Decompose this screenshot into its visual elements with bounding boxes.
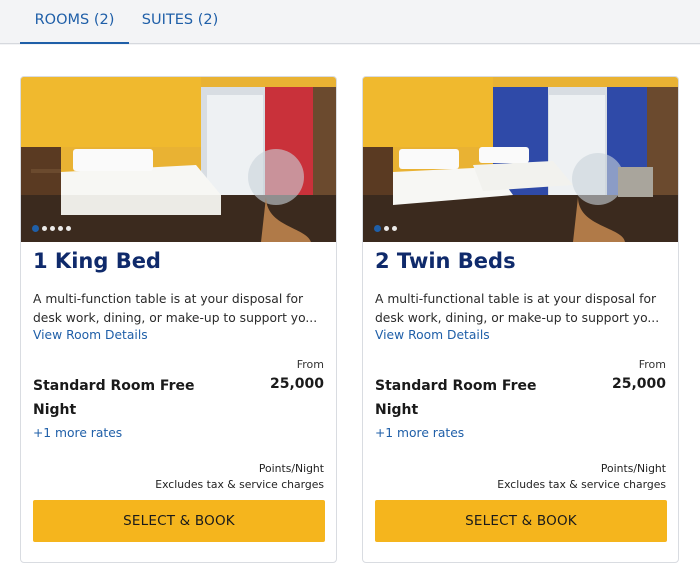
- points-price: 25,000: [611, 376, 666, 392]
- from-label: From: [296, 358, 324, 371]
- room-photo[interactable]: [363, 77, 678, 242]
- room-photo-illustration: [21, 77, 336, 242]
- excludes-tax-note: Excludes tax & service charges: [155, 478, 324, 491]
- points-per-night-label: Points/Night: [258, 462, 324, 475]
- room-description: A multi-function table is at your dispos…: [33, 292, 318, 325]
- carousel-dot[interactable]: [58, 226, 63, 231]
- carousel-dot[interactable]: [392, 226, 397, 231]
- carousel-dot[interactable]: [32, 225, 39, 232]
- tab-rooms[interactable]: ROOMS (2): [20, 0, 129, 44]
- room-title: 1 King Bed: [33, 249, 161, 273]
- rate-name: Standard Room Free Night: [375, 378, 537, 418]
- rate-name: Standard Room Free Night: [33, 378, 195, 418]
- select-and-book-button[interactable]: SELECT & BOOK: [33, 500, 325, 542]
- carousel-dot[interactable]: [66, 226, 71, 231]
- room-card: 1 King Bed A multi-function table is at …: [20, 76, 337, 563]
- more-rates-link[interactable]: +1 more rates: [33, 426, 122, 440]
- photo-carousel-dots: [32, 225, 71, 232]
- tab-suites[interactable]: SUITES (2): [135, 0, 225, 44]
- carousel-dot[interactable]: [384, 226, 389, 231]
- room-card: 2 Twin Beds A multi-functional table is …: [362, 76, 679, 563]
- carousel-dot[interactable]: [42, 226, 47, 231]
- room-photo-illustration: [363, 77, 678, 242]
- excludes-tax-note: Excludes tax & service charges: [497, 478, 666, 491]
- room-photo[interactable]: [21, 77, 336, 242]
- room-type-tabs: ROOMS (2) SUITES (2): [0, 0, 700, 44]
- room-title: 2 Twin Beds: [375, 249, 516, 273]
- select-and-book-button[interactable]: SELECT & BOOK: [375, 500, 667, 542]
- more-rates-link[interactable]: +1 more rates: [375, 426, 464, 440]
- carousel-dot[interactable]: [374, 225, 381, 232]
- photo-carousel-dots: [374, 225, 397, 232]
- view-room-details-link[interactable]: View Room Details: [375, 328, 490, 342]
- room-description: A multi-functional table is at your disp…: [375, 292, 660, 325]
- from-label: From: [638, 358, 666, 371]
- points-per-night-label: Points/Night: [600, 462, 666, 475]
- points-price: 25,000: [269, 376, 324, 392]
- view-room-details-link[interactable]: View Room Details: [33, 328, 148, 342]
- carousel-dot[interactable]: [50, 226, 55, 231]
